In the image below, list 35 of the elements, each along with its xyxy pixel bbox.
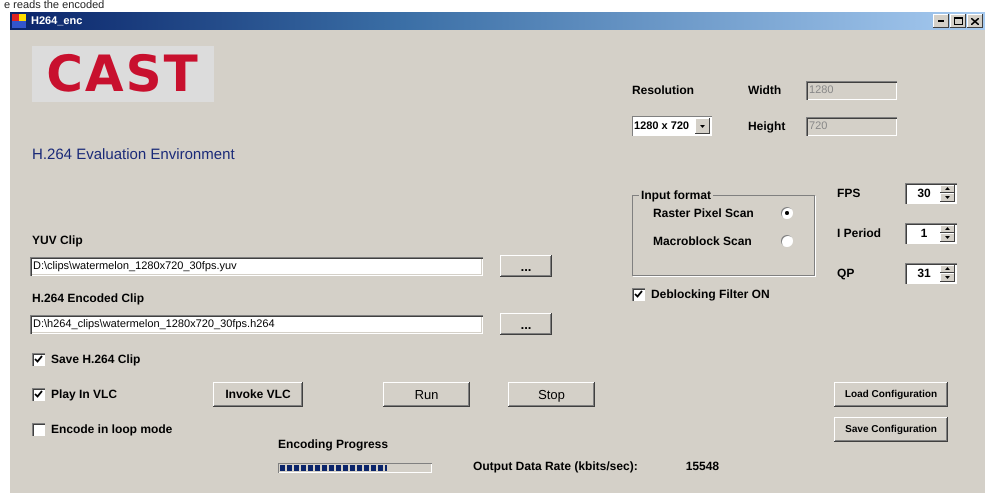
rate-value: 15548 (686, 459, 720, 473)
load-button[interactable]: Load Configuration (834, 382, 948, 406)
number-spinner[interactable]: 30 (905, 182, 957, 204)
checkbox[interactable]: Encode in loop mode (32, 422, 834, 436)
field-label: FPS (837, 186, 862, 200)
checkbox[interactable]: Deblocking Filter ON (632, 287, 770, 301)
field-label: H.264 Encoded Clip (32, 291, 146, 305)
field-label: I Period (837, 226, 882, 240)
browse-button[interactable]: ... (500, 255, 552, 277)
caption-text: e reads the encoded (3, 0, 106, 12)
save-button[interactable]: Save Configuration (834, 416, 948, 442)
progress-label: Encoding Progress (278, 437, 390, 451)
field-label: QP (837, 266, 856, 280)
number-spinner[interactable]: 1 (905, 222, 957, 244)
invoke-button[interactable]: Invoke VLC (213, 382, 303, 406)
subtitle: H.264 Evaluation Environment (32, 146, 236, 163)
stop-button[interactable]: Stop (508, 382, 595, 406)
logo: CAST (32, 46, 214, 102)
field-label: Width (748, 83, 782, 97)
checkbox[interactable]: Save H.264 Clip (32, 352, 140, 366)
field-label: Resolution (632, 83, 695, 97)
browse-button[interactable]: ... (500, 313, 552, 335)
field-label: YUV Clip (32, 233, 84, 247)
radio-label: Raster Pixel Scan (653, 206, 755, 220)
checkbox[interactable]: Play In VLC (32, 387, 213, 401)
path-field[interactable]: D:\h264_clips\watermelon_1280x720_30fps.h264 (30, 314, 483, 334)
resolution-dropdown[interactable]: 1280 x 720 (632, 116, 712, 136)
group-title: Input format (640, 188, 712, 202)
run-button[interactable]: Run (383, 382, 470, 406)
radio-label: Macroblock Scan (653, 234, 753, 248)
path-field[interactable]: D:\clips\watermelon_1280x720_30fps.yuv (30, 256, 483, 276)
window-title: H264_enc (31, 15, 82, 27)
number-spinner[interactable]: 31 (905, 262, 957, 284)
field-label: Height (748, 119, 786, 133)
rate-label: Output Data Rate (kbits/sec): (473, 459, 638, 473)
